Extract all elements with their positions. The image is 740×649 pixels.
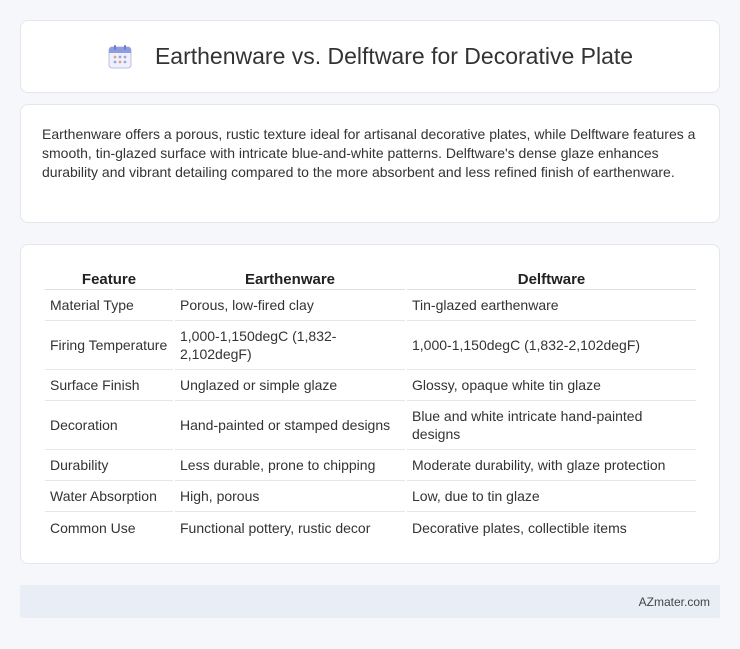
feature-cell: Firing Temperature [45, 321, 173, 370]
delftware-cell: 1,000-1,150degC (1,832-2,102degF) [407, 321, 696, 370]
footer-site-label: AZmater.com [638, 594, 710, 609]
earthenware-cell: Porous, low-fired clay [175, 290, 405, 321]
table-header-row: Feature Earthenware Delftware [45, 265, 696, 290]
feature-cell: Durability [45, 450, 173, 481]
header-feature: Feature [45, 265, 173, 290]
earthenware-cell: High, porous [175, 481, 405, 512]
footer: AZmater.com [20, 585, 720, 618]
table-row: Surface Finish Unglazed or simple glaze … [45, 370, 696, 401]
table-row: Durability Less durable, prone to chippi… [45, 450, 696, 481]
table-row: Material Type Porous, low-fired clay Tin… [45, 290, 696, 321]
title-card: Earthenware vs. Delftware for Decorative… [20, 20, 720, 93]
table-row: Decoration Hand-painted or stamped desig… [45, 401, 696, 450]
earthenware-cell: Less durable, prone to chipping [175, 450, 405, 481]
comparison-table: Feature Earthenware Delftware Material T… [43, 265, 698, 543]
feature-cell: Material Type [45, 290, 173, 321]
feature-cell: Decoration [45, 401, 173, 450]
summary-text: Earthenware offers a porous, rustic text… [42, 126, 696, 180]
earthenware-cell: 1,000-1,150degC (1,832-2,102degF) [175, 321, 405, 370]
delftware-cell: Glossy, opaque white tin glaze [407, 370, 696, 401]
header-earthenware: Earthenware [175, 265, 405, 290]
earthenware-cell: Functional pottery, rustic decor [180, 519, 371, 536]
feature-cell: Common Use [50, 519, 136, 536]
page-title: Earthenware vs. Delftware for Decorative… [154, 43, 634, 69]
delftware-cell: Moderate durability, with glaze protecti… [407, 450, 696, 481]
feature-cell: Water Absorption [45, 481, 173, 512]
delftware-cell: Blue and white intricate hand-painted de… [407, 401, 696, 450]
feature-cell: Surface Finish [45, 370, 173, 401]
table-row: Firing Temperature 1,000-1,150degC (1,83… [45, 321, 696, 370]
comparison-card: Feature Earthenware Delftware Material T… [20, 244, 720, 564]
calendar-icon [108, 44, 132, 68]
delftware-cell: Tin-glazed earthenware [407, 290, 696, 321]
header-delftware: Delftware [407, 265, 696, 290]
earthenware-cell: Hand-painted or stamped designs [175, 401, 405, 450]
delftware-cell: Low, due to tin glaze [407, 481, 696, 512]
earthenware-cell: Unglazed or simple glaze [175, 370, 405, 401]
table-row: Water Absorption High, porous Low, due t… [45, 481, 696, 512]
delftware-cell: Decorative plates, collectible items [412, 519, 627, 536]
table-row: Common Use Functional pottery, rustic de… [45, 512, 696, 543]
summary-card: Earthenware offers a porous, rustic text… [20, 104, 720, 223]
